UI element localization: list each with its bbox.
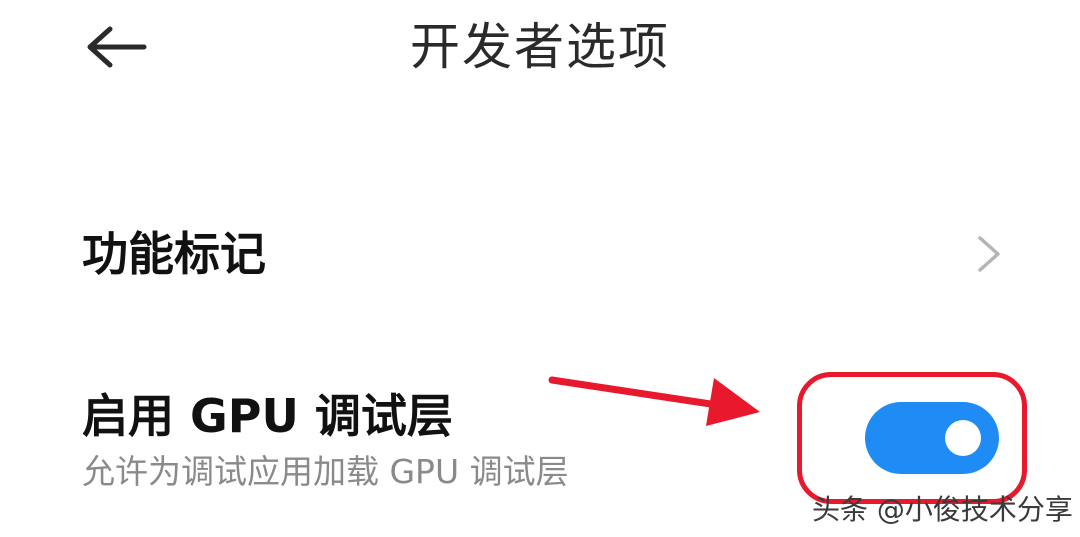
chevron-right-icon (978, 236, 1000, 272)
top-app-bar: 开发者选项 (0, 0, 1080, 100)
watermark-text: 头条 @小俊技术分享 (812, 493, 1073, 526)
annotation-arrow-icon (548, 376, 760, 426)
gpu-debug-layer-description: 允许为调试应用加载 GPU 调试层 (82, 452, 569, 491)
annotation-highlight-box (797, 372, 1027, 504)
feature-flags-label: 功能标记 (82, 227, 266, 281)
feature-flags-item[interactable]: 功能标记 (0, 210, 1080, 300)
page-title: 开发者选项 (410, 18, 670, 76)
gpu-debug-layer-label: 启用 GPU 调试层 (82, 389, 453, 443)
